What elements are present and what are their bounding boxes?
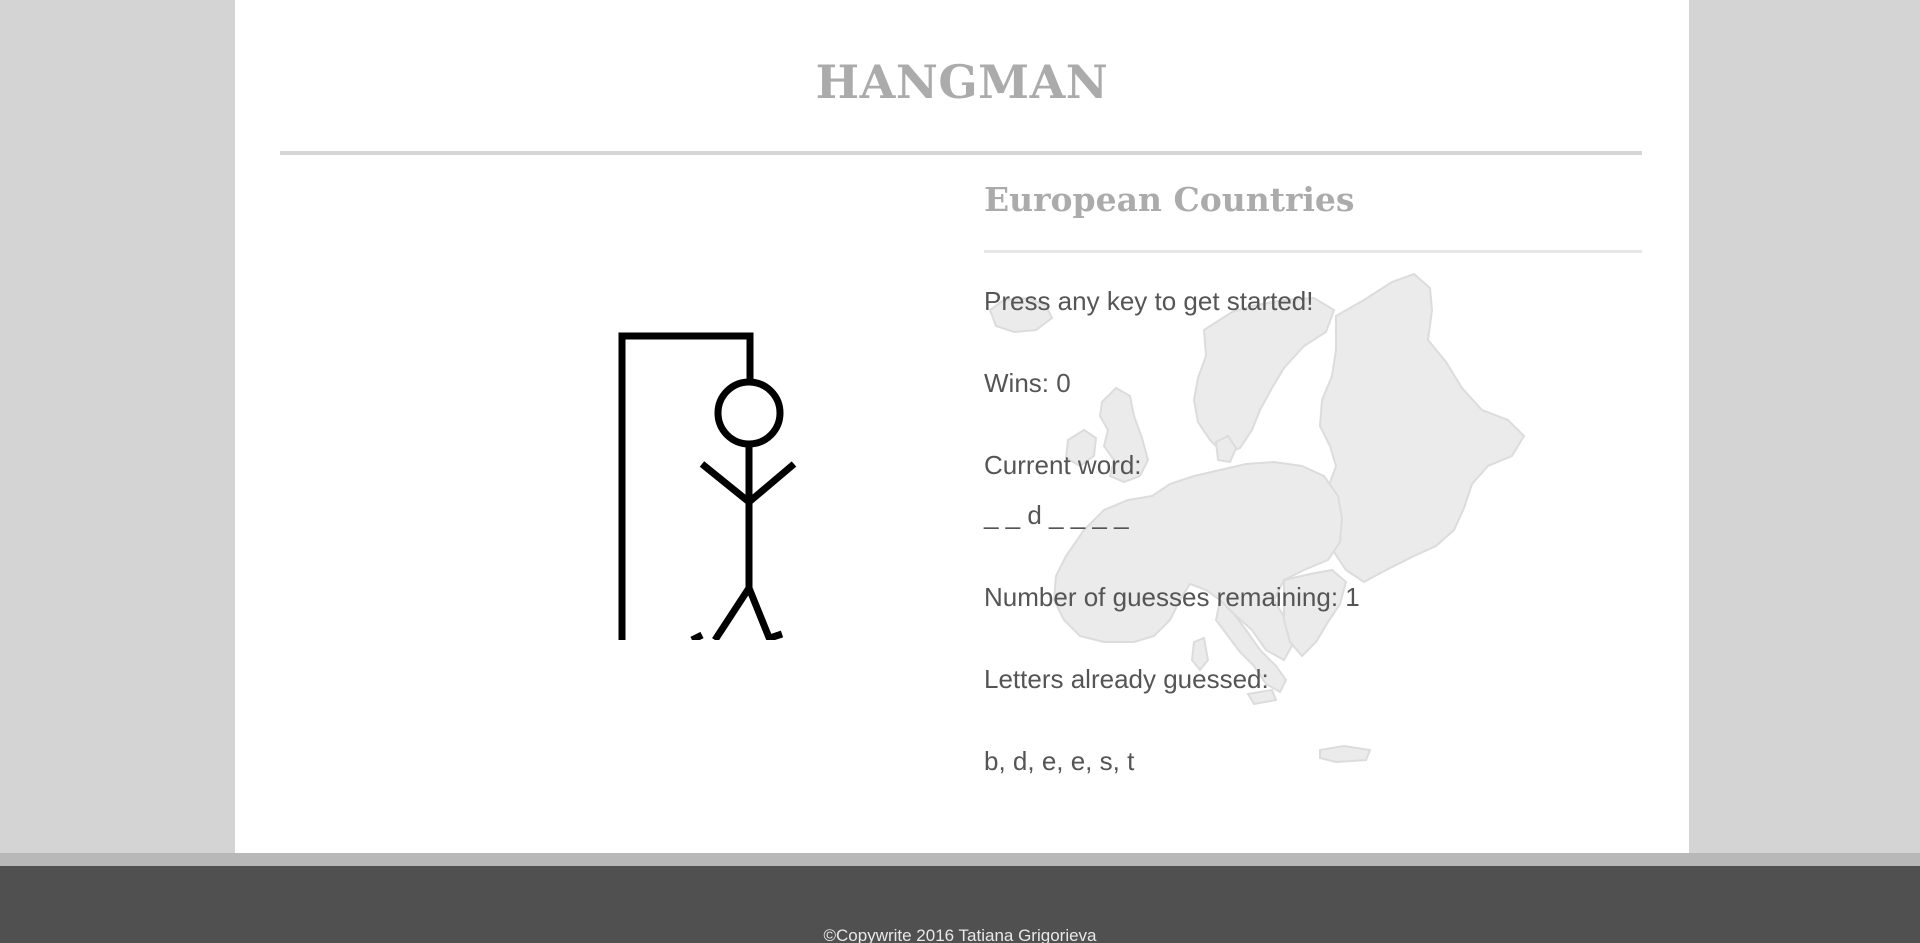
wins-counter: Wins: 0 bbox=[984, 368, 1071, 398]
hangman-figure-icon bbox=[614, 330, 814, 640]
copyright-text: ©Copywrite 2016 Tatiana Grigorieva bbox=[823, 926, 1097, 943]
footer-divider bbox=[0, 853, 1920, 866]
guesses-remaining: Number of guesses remaining: 1 bbox=[984, 582, 1360, 612]
game-info: European Countries Press any key to get … bbox=[984, 170, 1642, 810]
game-panel: HANGMAN European Countries Press any key… bbox=[235, 0, 1689, 853]
page-title: HANGMAN bbox=[815, 55, 1109, 109]
footer: ©Copywrite 2016 Tatiana Grigorieva bbox=[0, 866, 1920, 943]
start-prompt: Press any key to get started! bbox=[984, 286, 1314, 316]
current-word: _ _ d _ _ _ _ bbox=[984, 500, 1129, 530]
title-divider bbox=[280, 151, 1642, 155]
current-word-label: Current word: bbox=[984, 450, 1142, 480]
category-title: European Countries bbox=[984, 180, 1355, 219]
letters-guessed-label: Letters already guessed: bbox=[984, 664, 1269, 694]
category-divider bbox=[984, 250, 1642, 253]
hangman-head bbox=[714, 378, 784, 448]
hangman-legs bbox=[712, 586, 774, 640]
letters-guessed: b, d, e, e, s, t bbox=[984, 746, 1135, 776]
